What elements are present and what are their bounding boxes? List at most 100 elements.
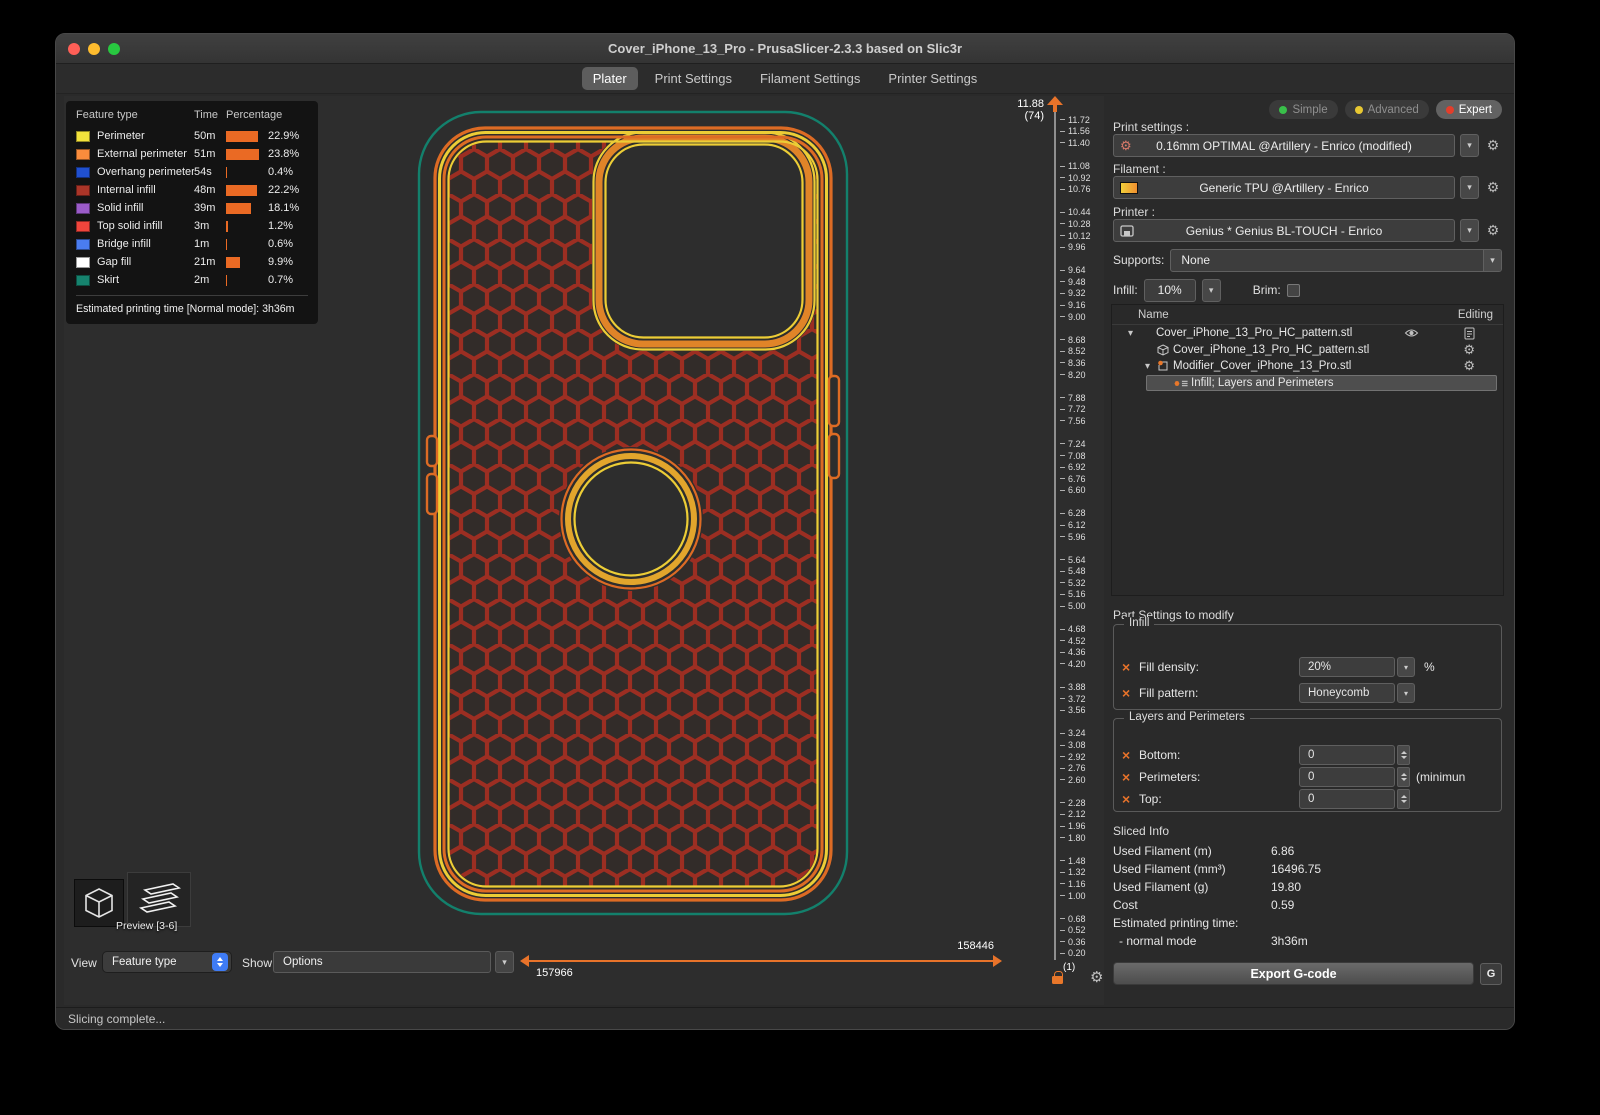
export-gcode-button[interactable]: Export G-code [1113, 962, 1474, 985]
gear-icon[interactable] [1463, 342, 1475, 358]
layer-tick[interactable]: 8.52 [1060, 346, 1104, 358]
fill-density-input[interactable]: 20% [1299, 657, 1395, 677]
layer-tick[interactable]: 7.88 [1060, 392, 1104, 404]
page-icon[interactable] [1464, 327, 1475, 340]
layer-tick[interactable]: 9.00 [1060, 311, 1104, 323]
close-window-button[interactable] [68, 43, 80, 55]
zoom-window-button[interactable] [108, 43, 120, 55]
layer-tick[interactable]: 6.28 [1060, 508, 1104, 520]
layer-tick[interactable]: 6.92 [1060, 461, 1104, 473]
eye-icon[interactable] [1404, 328, 1419, 338]
printer-gear-icon[interactable] [1484, 222, 1502, 239]
layer-tick[interactable]: 3.08 [1060, 739, 1104, 751]
top-spin-arrows[interactable] [1397, 789, 1410, 809]
layer-tick[interactable]: 7.56 [1060, 415, 1104, 427]
remove-setting-icon[interactable] [1122, 685, 1139, 701]
printer-select[interactable]: Genius * Genius BL-TOUCH - Enrico [1113, 219, 1455, 242]
layer-tick[interactable]: 2.28 [1060, 797, 1104, 809]
layer-tick[interactable]: 0.52 [1060, 924, 1104, 936]
perimeters-spinner[interactable]: 0 [1299, 767, 1395, 787]
print-settings-select[interactable]: 0.16mm OPTIMAL @Artillery - Enrico (modi… [1113, 134, 1455, 157]
layer-tick[interactable]: 11.56 [1060, 126, 1104, 138]
preview-view-thumbnail[interactable] [127, 872, 191, 927]
fill-density-dropdown-button[interactable] [1397, 657, 1415, 677]
object-tree-row[interactable]: Infill; Layers and Perimeters [1146, 375, 1497, 392]
layer-tick[interactable]: 10.28 [1060, 218, 1104, 230]
infill-select[interactable]: 10% [1144, 279, 1196, 302]
range-slider-right-handle[interactable] [993, 955, 1002, 967]
infill-dropdown-button[interactable] [1202, 279, 1221, 302]
layer-tick[interactable]: 5.96 [1060, 531, 1104, 543]
layer-tick[interactable]: 3.72 [1060, 693, 1104, 705]
fill-pattern-dropdown-button[interactable] [1397, 683, 1415, 703]
layer-tick[interactable]: 11.40 [1060, 137, 1104, 149]
layer-slider-handle[interactable] [1046, 96, 1064, 112]
mode-advanced[interactable]: Advanced [1345, 100, 1429, 119]
layer-tick[interactable]: 2.60 [1060, 774, 1104, 786]
supports-select[interactable]: None [1170, 249, 1502, 272]
remove-setting-icon[interactable] [1122, 747, 1139, 763]
layer-tick[interactable]: 3.88 [1060, 681, 1104, 693]
layer-tick[interactable]: 5.16 [1060, 589, 1104, 601]
layer-tick[interactable]: 1.80 [1060, 832, 1104, 844]
layer-tick[interactable]: 6.12 [1060, 519, 1104, 531]
titlebar[interactable]: Cover_iPhone_13_Pro - PrusaSlicer-2.3.3 … [56, 34, 1514, 64]
layer-tick[interactable]: 6.76 [1060, 473, 1104, 485]
layer-tick[interactable]: 8.20 [1060, 369, 1104, 381]
printer-dropdown-button[interactable] [1460, 219, 1479, 242]
layer-tick[interactable]: 3.56 [1060, 704, 1104, 716]
bottom-layers-spinner[interactable]: 0 [1299, 745, 1395, 765]
layer-tick[interactable]: 8.68 [1060, 334, 1104, 346]
layer-tick[interactable]: 10.12 [1060, 230, 1104, 242]
view-mode-select[interactable]: Feature type [102, 951, 232, 973]
sliced-model-preview[interactable] [409, 104, 869, 934]
layer-tick[interactable]: 9.48 [1060, 276, 1104, 288]
layer-tick[interactable]: 1.48 [1060, 855, 1104, 867]
layer-tick[interactable]: 4.68 [1060, 623, 1104, 635]
range-slider-left-handle[interactable] [520, 955, 529, 967]
layer-tick[interactable]: 10.44 [1060, 207, 1104, 219]
layer-tick[interactable]: 6.60 [1060, 485, 1104, 497]
object-tree-row[interactable]: ▾ Cover_iPhone_13_Pro_HC_pattern.stl [1112, 325, 1503, 342]
layer-tick[interactable]: 3.24 [1060, 728, 1104, 740]
layer-slider-track[interactable] [1054, 112, 1056, 960]
show-options-dropdown-button[interactable] [495, 951, 514, 973]
perimeters-spin-arrows[interactable] [1397, 767, 1410, 787]
print-settings-gear-icon[interactable] [1484, 137, 1502, 154]
gear-icon[interactable] [1463, 358, 1475, 374]
layer-tick[interactable]: 8.36 [1060, 357, 1104, 369]
layer-tick[interactable]: 5.48 [1060, 566, 1104, 578]
remove-setting-icon[interactable] [1122, 659, 1139, 675]
range-slider-track[interactable] [528, 960, 994, 962]
filament-gear-icon[interactable] [1484, 179, 1502, 196]
tab-filament-settings[interactable]: Filament Settings [749, 67, 871, 90]
gcode-icon[interactable]: G [1480, 963, 1502, 985]
layer-tick[interactable]: 5.32 [1060, 577, 1104, 589]
tab-printer-settings[interactable]: Printer Settings [877, 67, 988, 90]
layer-tick[interactable]: 5.00 [1060, 600, 1104, 612]
top-layers-spinner[interactable]: 0 [1299, 789, 1395, 809]
show-options-select[interactable]: Options [273, 951, 491, 973]
object-tree-row[interactable]: ▾ Modifier_Cover_iPhone_13_Pro.stl [1112, 358, 1503, 375]
layer-tick[interactable]: 10.76 [1060, 183, 1104, 195]
layer-tick[interactable]: 9.32 [1060, 288, 1104, 300]
layer-tick[interactable]: 11.08 [1060, 160, 1104, 172]
supports-dropdown-arrow[interactable] [1483, 250, 1501, 271]
layer-tick[interactable]: 9.96 [1060, 241, 1104, 253]
filament-dropdown-button[interactable] [1460, 176, 1479, 199]
layer-tick[interactable]: 7.08 [1060, 450, 1104, 462]
layer-tick[interactable]: 4.36 [1060, 647, 1104, 659]
tab-print-settings[interactable]: Print Settings [644, 67, 743, 90]
layer-tick[interactable]: 9.64 [1060, 265, 1104, 277]
mode-expert[interactable]: Expert [1436, 100, 1502, 119]
layer-tick[interactable]: 2.76 [1060, 762, 1104, 774]
bottom-spin-arrows[interactable] [1397, 745, 1410, 765]
layer-tick[interactable]: 1.32 [1060, 867, 1104, 879]
layer-tick[interactable]: 10.92 [1060, 172, 1104, 184]
filament-select[interactable]: Generic TPU @Artillery - Enrico [1113, 176, 1455, 199]
remove-setting-icon[interactable] [1122, 769, 1139, 785]
layer-tick[interactable]: 0.68 [1060, 913, 1104, 925]
mode-simple[interactable]: Simple [1269, 100, 1337, 119]
layer-tick[interactable]: 4.52 [1060, 635, 1104, 647]
print-settings-dropdown-button[interactable] [1460, 134, 1479, 157]
